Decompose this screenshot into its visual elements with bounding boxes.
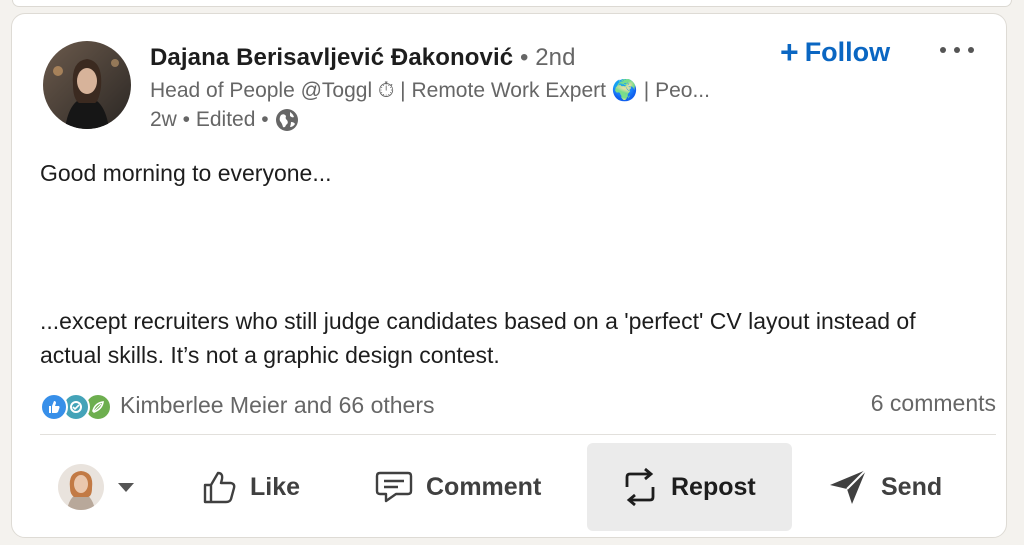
send-label: Send	[881, 472, 943, 501]
author-name-text[interactable]: Dajana Berisavljević Đakonović	[150, 44, 513, 71]
follow-button[interactable]: + Follow	[780, 36, 890, 68]
send-icon	[830, 469, 867, 504]
repost-icon	[625, 467, 655, 507]
author-headline: Head of People @Toggl ⏱ | Remote Work Ex…	[150, 79, 710, 102]
author-name[interactable]: Dajana Berisavljević Đakonović • 2nd	[150, 44, 576, 72]
thumbs-up-icon	[203, 471, 236, 504]
reaction-icons	[40, 391, 112, 421]
chevron-down-icon	[118, 482, 134, 492]
repost-button[interactable]: Repost	[587, 443, 792, 531]
send-button[interactable]: Send	[827, 443, 942, 531]
like-label: Like	[250, 472, 301, 501]
dot	[968, 47, 974, 53]
post-text-line-2: ...except recruiters who still judge can…	[40, 308, 916, 368]
reactors-text[interactable]: Kimberlee Meier and 66 others	[120, 392, 435, 419]
comments-count[interactable]: 6 comments	[871, 390, 996, 417]
user-avatar	[58, 464, 104, 510]
like-icon	[40, 393, 68, 421]
dot	[954, 47, 960, 53]
post-actions-bar: Like Comment Repost Send	[40, 443, 980, 531]
author-avatar[interactable]	[43, 41, 131, 129]
follow-label: Follow	[804, 36, 891, 67]
previous-card-edge	[12, 0, 1012, 7]
react-as-selector[interactable]	[58, 463, 134, 511]
comment-icon	[375, 471, 413, 503]
more-options-icon[interactable]	[940, 38, 974, 62]
post-text-line-1: Good morning to everyone...	[40, 160, 332, 186]
dot	[940, 47, 946, 53]
like-button[interactable]: Like	[200, 443, 300, 531]
repost-label: Repost	[671, 472, 756, 501]
divider	[40, 434, 996, 435]
plus-icon: +	[780, 34, 799, 70]
comment-label: Comment	[426, 472, 542, 501]
post-meta: 2w • Edited •	[150, 108, 299, 132]
post-time-edited: 2w • Edited •	[150, 108, 269, 131]
comment-button[interactable]: Comment	[374, 443, 541, 531]
connection-degree: • 2nd	[519, 44, 576, 71]
reactions-summary[interactable]: Kimberlee Meier and 66 others	[40, 390, 435, 421]
globe-icon	[275, 108, 299, 132]
